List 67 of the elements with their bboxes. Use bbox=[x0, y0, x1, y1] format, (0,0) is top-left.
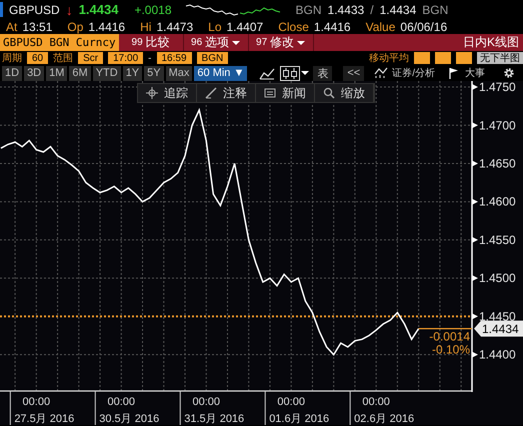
ask-source: BGN bbox=[422, 2, 448, 16]
axis-label: 1.4700 bbox=[479, 118, 516, 132]
time-label: 00:00 bbox=[362, 396, 390, 408]
security-field[interactable]: GBPUSD BGN Curncy bbox=[0, 34, 119, 51]
view-title: 日内K线图 bbox=[462, 34, 520, 51]
change-label: -0.0014 bbox=[429, 330, 470, 344]
lower-chart-dropdown[interactable]: 无下半图 bbox=[477, 52, 523, 64]
date-label: 01.6月 2016 bbox=[269, 413, 330, 425]
axis-label: 1.4550 bbox=[479, 232, 516, 247]
axis-label: 1.4500 bbox=[479, 271, 516, 286]
period-field[interactable]: 60 bbox=[27, 52, 48, 64]
table-button[interactable]: 表 bbox=[313, 66, 332, 80]
range-field[interactable]: BGN bbox=[196, 52, 228, 64]
time-label: 00:00 bbox=[277, 396, 305, 408]
range-button[interactable]: 5Y bbox=[144, 66, 164, 80]
axis-label: 1.4450 bbox=[479, 309, 516, 324]
range-label: 范围 bbox=[53, 52, 74, 65]
price-tag: 1.4434 bbox=[474, 320, 523, 337]
stat-label: Op bbox=[67, 20, 84, 34]
range-button[interactable]: 1Y bbox=[122, 66, 142, 80]
last-price: 1.4434 bbox=[78, 2, 118, 17]
stat-value: 1.4473 bbox=[156, 20, 194, 34]
axis-label: 1.4600 bbox=[479, 194, 516, 209]
separator: / bbox=[370, 2, 374, 16]
moving-average-label: 移动平均 bbox=[369, 52, 409, 65]
bid-price: 1.4433 bbox=[328, 2, 364, 16]
range-button[interactable]: 1M bbox=[46, 66, 68, 80]
axis-label: 1.4750 bbox=[479, 81, 516, 94]
range-button[interactable]: 3D bbox=[24, 66, 44, 80]
time-label: 00:00 bbox=[22, 396, 50, 408]
stat-label: Lo bbox=[208, 20, 222, 34]
stat-label: Hi bbox=[140, 20, 152, 34]
range-button[interactable]: Max bbox=[166, 66, 192, 80]
bid-source: BGN bbox=[296, 2, 322, 16]
range-button[interactable]: 1D bbox=[2, 66, 22, 80]
date-label: 02.6月 2016 bbox=[354, 413, 414, 425]
date-label: 30.5月 2016 bbox=[99, 413, 160, 425]
time-label: 00:00 bbox=[192, 396, 220, 408]
axis-label: 1.4400 bbox=[479, 348, 516, 362]
time-label: 00:00 bbox=[108, 396, 136, 408]
range-field[interactable]: 17:00 bbox=[108, 52, 144, 64]
down-arrow: ↓ bbox=[66, 2, 73, 18]
axis-label: 1.4650 bbox=[479, 156, 516, 170]
range-field[interactable]: 16:59 bbox=[156, 52, 192, 64]
range-separator: - bbox=[148, 52, 152, 64]
date-label: 27.5月 2016 bbox=[14, 413, 74, 425]
back-button[interactable]: << bbox=[343, 66, 364, 80]
stat-label: Close bbox=[278, 20, 309, 34]
range-button[interactable]: 6M bbox=[69, 66, 91, 80]
stat-value: 1.4407 bbox=[226, 20, 264, 34]
period-label: 周期 bbox=[2, 52, 22, 65]
stat-label: Value bbox=[366, 20, 396, 34]
range-button[interactable]: 60 Min ▼ bbox=[194, 66, 248, 80]
analysis-button[interactable]: 证券/分析 bbox=[372, 66, 437, 80]
range-button[interactable]: YTD bbox=[92, 66, 121, 80]
ticker: GBPUSD bbox=[9, 2, 60, 16]
price-change: +.0018 bbox=[134, 2, 172, 16]
stat-value: 1.4416 bbox=[88, 20, 126, 34]
events-button[interactable]: 大事 bbox=[447, 66, 487, 80]
stat-value: 1.4416 bbox=[314, 20, 351, 34]
change-percent-label: -0.10% bbox=[432, 342, 470, 357]
stat-value: 13:51 bbox=[22, 20, 52, 34]
stat-label: At bbox=[6, 20, 18, 34]
ask-price: 1.4434 bbox=[380, 2, 416, 16]
date-label: 31.5月 2016 bbox=[184, 413, 244, 425]
range-field[interactable]: Scr bbox=[78, 52, 104, 64]
stat-value: 06/06/16 bbox=[400, 20, 448, 34]
